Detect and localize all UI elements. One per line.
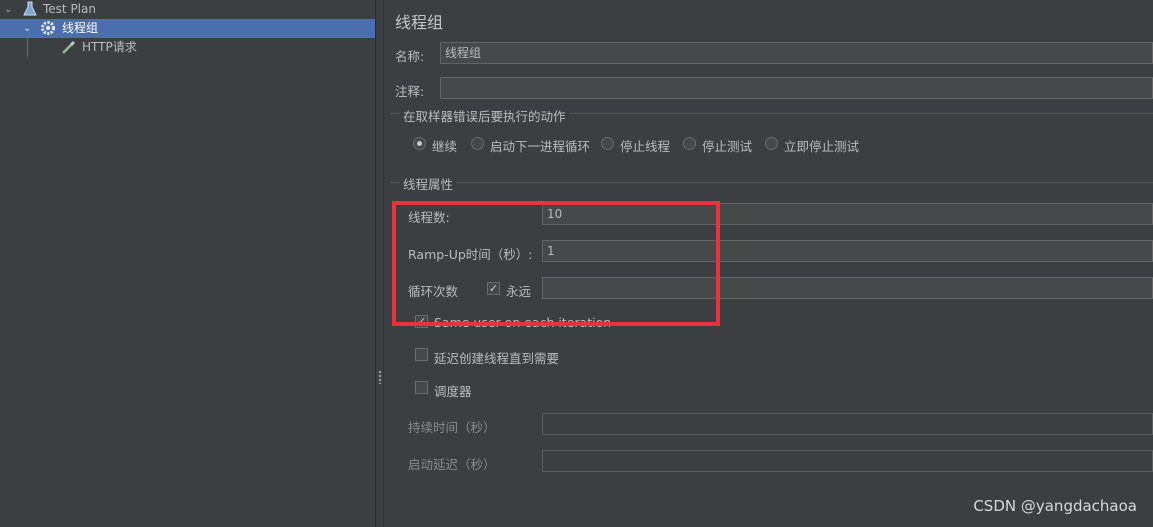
tree-item-test-plan[interactable]: ⌄ Test Plan [0, 0, 375, 19]
tree-item-label: HTTP请求 [82, 40, 137, 54]
drag-handle-icon[interactable] [378, 370, 382, 384]
scheduler-label: 调度器 [434, 384, 472, 399]
tree-item-label: Test Plan [43, 2, 96, 16]
delay-thread-creation-checkbox[interactable] [415, 348, 428, 361]
tree-item-http-request[interactable]: HTTP请求 [0, 38, 375, 57]
delay-thread-creation-label: 延迟创建线程直到需要 [434, 351, 560, 366]
test-plan-tree: ⌄ Test Plan ⌄ 线程组 HTTP请求 [0, 0, 375, 527]
name-label: 名称: [395, 49, 425, 64]
comment-field[interactable] [440, 77, 1153, 99]
tree-item-thread-group[interactable]: ⌄ 线程组 [0, 19, 375, 38]
startup-delay-field[interactable] [542, 450, 1153, 472]
radio-label: 启动下一进程循环 [490, 139, 591, 154]
radio-stop-test[interactable] [683, 137, 696, 150]
panel-splitter[interactable] [375, 0, 384, 527]
group-divider [390, 182, 1153, 183]
duration-field[interactable] [542, 413, 1153, 435]
scheduler-checkbox[interactable] [415, 381, 428, 394]
error-action-group-title: 在取样器错误后要执行的动作 [400, 106, 569, 125]
gear-icon [40, 20, 56, 36]
chevron-down-icon[interactable]: ⌄ [4, 0, 12, 19]
radio-stop-test-now[interactable] [765, 137, 778, 150]
thread-properties-group-title: 线程属性 [400, 174, 457, 193]
page-title: 线程组 [395, 13, 444, 32]
comment-label: 注释: [395, 84, 425, 99]
chevron-down-icon[interactable]: ⌄ [23, 19, 31, 38]
radio-stop-thread[interactable] [601, 137, 614, 150]
watermark: CSDN @yangdachaoa [973, 497, 1137, 515]
radio-label: 继续 [432, 139, 458, 154]
radio-label: 停止线程 [620, 139, 671, 154]
radio-continue[interactable] [413, 137, 426, 150]
startup-delay-label: 启动延迟（秒） [408, 457, 496, 472]
radio-label: 停止测试 [702, 139, 753, 154]
tree-item-label: 线程组 [62, 21, 99, 35]
flask-icon [23, 1, 39, 17]
annotation-highlight-box [392, 201, 720, 326]
radio-start-next-loop[interactable] [471, 137, 484, 150]
duration-label: 持续时间（秒） [408, 420, 496, 435]
pipette-icon [61, 39, 77, 55]
radio-label: 立即停止测试 [784, 139, 860, 154]
name-field[interactable]: 线程组 [440, 42, 1153, 64]
